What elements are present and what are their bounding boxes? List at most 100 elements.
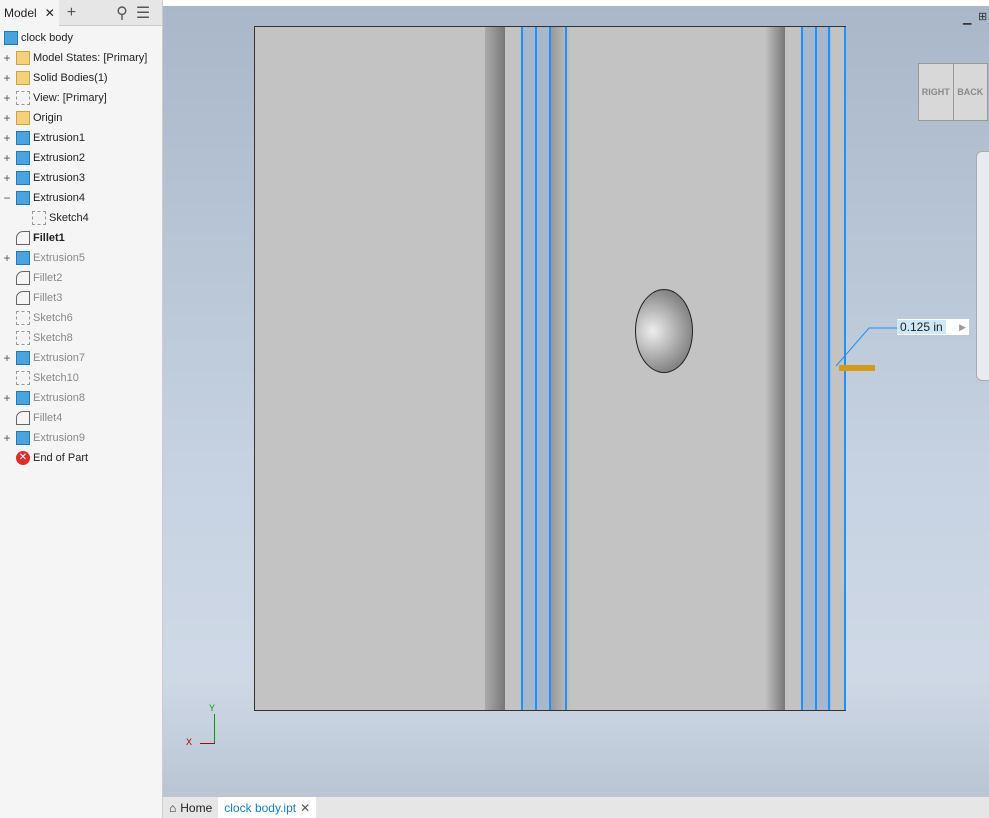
tree-item[interactable]: Sketch10 [0, 368, 162, 388]
model-browser: Model ✕ + ⚲ ☰ clock body + Model States: [P… [0, 0, 163, 818]
tree-item-label: Extrusion1 [33, 132, 85, 144]
expand-toggle[interactable]: + [2, 111, 12, 125]
tab-label: Model [4, 5, 37, 20]
x-axis-label: X [186, 737, 193, 747]
tree-item-label: Sketch6 [33, 312, 73, 324]
viewcube-right[interactable]: RIGHT [919, 64, 954, 120]
expand-toggle[interactable]: + [2, 131, 12, 145]
expand-toggle[interactable]: − [2, 191, 12, 205]
expand-toggle[interactable]: + [2, 91, 12, 105]
tree-item[interactable]: + Extrusion7 [0, 348, 162, 368]
tree-item[interactable]: + Extrusion8 [0, 388, 162, 408]
view-icon [16, 91, 30, 105]
tree-item-label: clock body [21, 32, 73, 44]
x-axis [200, 743, 215, 744]
tree-item-label: Fillet3 [33, 292, 63, 304]
tree-item[interactable]: ✕ End of Part [0, 448, 162, 468]
extrusion-icon [16, 251, 30, 265]
expand-toggle[interactable]: + [2, 391, 12, 405]
viewcube[interactable]: RIGHT BACK [918, 63, 988, 121]
expand-toggle[interactable]: + [2, 51, 12, 65]
tree-item[interactable]: clock body [0, 28, 162, 48]
home-icon: ⌂ [169, 800, 177, 815]
menu-icon[interactable]: ☰ [136, 3, 150, 23]
tree-item-label: Extrusion7 [33, 352, 85, 364]
expand-toggle[interactable]: + [2, 171, 12, 185]
tree-item-label: End of Part [33, 452, 89, 464]
expand-toggle[interactable]: + [2, 431, 12, 445]
tree-item[interactable]: + Extrusion2 [0, 148, 162, 168]
tab-document[interactable]: clock body.ipt ✕ [218, 797, 317, 818]
folder-icon [16, 71, 30, 85]
tree-item-label: Extrusion2 [33, 152, 85, 164]
close-icon[interactable]: ✕ [300, 801, 310, 815]
expand-toggle[interactable]: + [2, 351, 12, 365]
extrusion-icon [16, 131, 30, 145]
window-layout-icon[interactable]: ⊞ [978, 10, 987, 23]
tab-home[interactable]: ⌂ Home [163, 797, 218, 818]
tree-item-label: Fillet4 [33, 412, 63, 424]
search-icon[interactable]: ⚲ [116, 3, 128, 23]
tree-item[interactable]: + Extrusion9 [0, 428, 162, 448]
tree-item[interactable]: + Model States: [Primary] [0, 48, 162, 68]
expand-toggle[interactable]: + [2, 251, 12, 265]
fillet-icon [16, 291, 30, 305]
fillet-direction-arrow[interactable] [839, 365, 875, 371]
tree-item[interactable]: Fillet3 [0, 288, 162, 308]
extrusion-icon [16, 391, 30, 405]
tree-item[interactable]: Fillet2 [0, 268, 162, 288]
tree-item[interactable]: Sketch6 [0, 308, 162, 328]
document-label: clock body.ipt [224, 800, 297, 815]
minimize-icon[interactable]: ▁ [963, 12, 971, 25]
expand-toggle[interactable]: + [2, 71, 12, 85]
extrusion-icon [16, 351, 30, 365]
folder-icon [16, 51, 30, 65]
extrusion-icon [16, 171, 30, 185]
sketch-icon [16, 311, 30, 325]
tree-item[interactable]: + Solid Bodies(1) [0, 68, 162, 88]
tree-item-label: Model States: [Primary] [33, 52, 148, 64]
add-tab-icon[interactable]: + [67, 4, 76, 22]
tree-item-label: Sketch4 [49, 212, 89, 224]
folder-icon [16, 111, 30, 125]
tree-item-label: Extrusion5 [33, 252, 85, 264]
extrusion-icon [16, 431, 30, 445]
graphics-viewport[interactable]: 0.125 in ▶ RIGHT BACK ▁ ⊞ Y X [163, 6, 989, 797]
tree-item[interactable]: − Extrusion4 [0, 188, 162, 208]
tree-item-label: View: [Primary] [33, 92, 107, 104]
tree-item[interactable]: Fillet1 [0, 228, 162, 248]
y-axis [214, 714, 215, 744]
tree-item-label: Extrusion4 [33, 192, 85, 204]
fillet-icon [16, 231, 30, 245]
close-icon[interactable]: ✕ [45, 6, 55, 20]
tree-item-label: Fillet2 [33, 272, 63, 284]
sketch-icon [16, 331, 30, 345]
tab-model[interactable]: Model ✕ [0, 0, 59, 26]
fillet-icon [16, 271, 30, 285]
radius-input[interactable]: 0.125 in ▶ [897, 319, 969, 335]
tree-item[interactable]: + Extrusion5 [0, 248, 162, 268]
radius-value[interactable]: 0.125 in [897, 320, 946, 334]
tree-item-label: Extrusion3 [33, 172, 85, 184]
tree-item[interactable]: Sketch8 [0, 328, 162, 348]
extrusion-icon [16, 191, 30, 205]
navigation-bar[interactable] [976, 151, 989, 381]
expand-toggle[interactable]: + [2, 151, 12, 165]
tree-item[interactable]: + Extrusion3 [0, 168, 162, 188]
tree-item[interactable]: + View: [Primary] [0, 88, 162, 108]
extrusion-icon [16, 151, 30, 165]
tree-item-label: Fillet1 [33, 232, 65, 244]
viewcube-back[interactable]: BACK [954, 64, 988, 120]
tree-item-label: Extrusion8 [33, 392, 85, 404]
tree-item[interactable]: + Extrusion1 [0, 128, 162, 148]
expand-arrow-icon[interactable]: ▶ [956, 322, 969, 333]
tree-item-label: Origin [33, 112, 63, 124]
tree-item-label: Solid Bodies(1) [33, 72, 108, 84]
tree-item[interactable]: + Origin [0, 108, 162, 128]
tree-item[interactable]: Sketch4 [0, 208, 162, 228]
tree-item[interactable]: Fillet4 [0, 408, 162, 428]
sketch-icon [16, 371, 30, 385]
tree-item-label: Sketch8 [33, 332, 73, 344]
home-label: Home [180, 800, 213, 815]
fillet-icon [16, 411, 30, 425]
